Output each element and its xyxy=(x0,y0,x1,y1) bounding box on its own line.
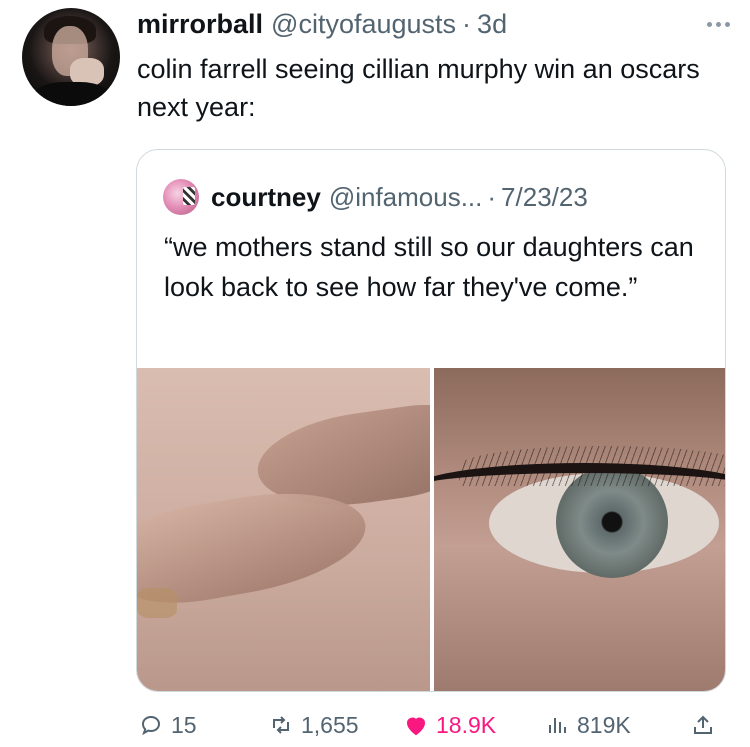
author-name[interactable]: mirrorball xyxy=(137,9,263,40)
tweet-header: mirrorball @cityofaugusts · 3d xyxy=(137,9,730,45)
quote-date: 7/23/23 xyxy=(501,181,588,212)
heart-icon xyxy=(406,717,426,736)
quote-separator-dot: · xyxy=(487,181,497,212)
retweet-icon xyxy=(273,716,289,734)
like-count: 18.9K xyxy=(436,711,497,738)
quoted-tweet[interactable]: courtney @infamous... · 7/23/23 “we moth… xyxy=(136,149,726,692)
quote-header: courtney @infamous... · 7/23/23 xyxy=(163,179,588,215)
eye-image[interactable] xyxy=(434,368,725,691)
reply-count: 15 xyxy=(171,711,197,738)
tweet-time[interactable]: 3d xyxy=(477,9,507,40)
views-button[interactable]: 819K xyxy=(545,708,631,742)
more-icon[interactable] xyxy=(707,9,730,39)
quote-text: “we mothers stand still so our daughters… xyxy=(164,232,694,302)
reply-icon xyxy=(141,715,161,736)
views-icon xyxy=(549,718,566,733)
share-button[interactable] xyxy=(691,708,715,742)
quote-author-name: courtney xyxy=(211,181,321,212)
retweet-count: 1,655 xyxy=(301,711,359,738)
share-icon xyxy=(694,715,712,734)
action-bar: 15 1,655 18.9K 819K xyxy=(135,708,725,742)
author-handle[interactable]: @cityofaugusts xyxy=(271,9,456,40)
tweet-text: colin farrell seeing cillian murphy win … xyxy=(137,54,700,122)
like-button[interactable]: 18.9K xyxy=(404,708,496,742)
quote-media xyxy=(137,368,725,691)
avatar[interactable] xyxy=(22,8,120,106)
quote-author-handle: @infamous... xyxy=(328,181,483,212)
separator-dot: · xyxy=(462,9,472,39)
retweet-button[interactable]: 1,655 xyxy=(269,708,359,742)
reply-button[interactable]: 15 xyxy=(139,708,197,742)
views-count: 819K xyxy=(577,711,631,738)
hands-image[interactable] xyxy=(137,368,430,691)
quote-avatar xyxy=(163,179,199,215)
